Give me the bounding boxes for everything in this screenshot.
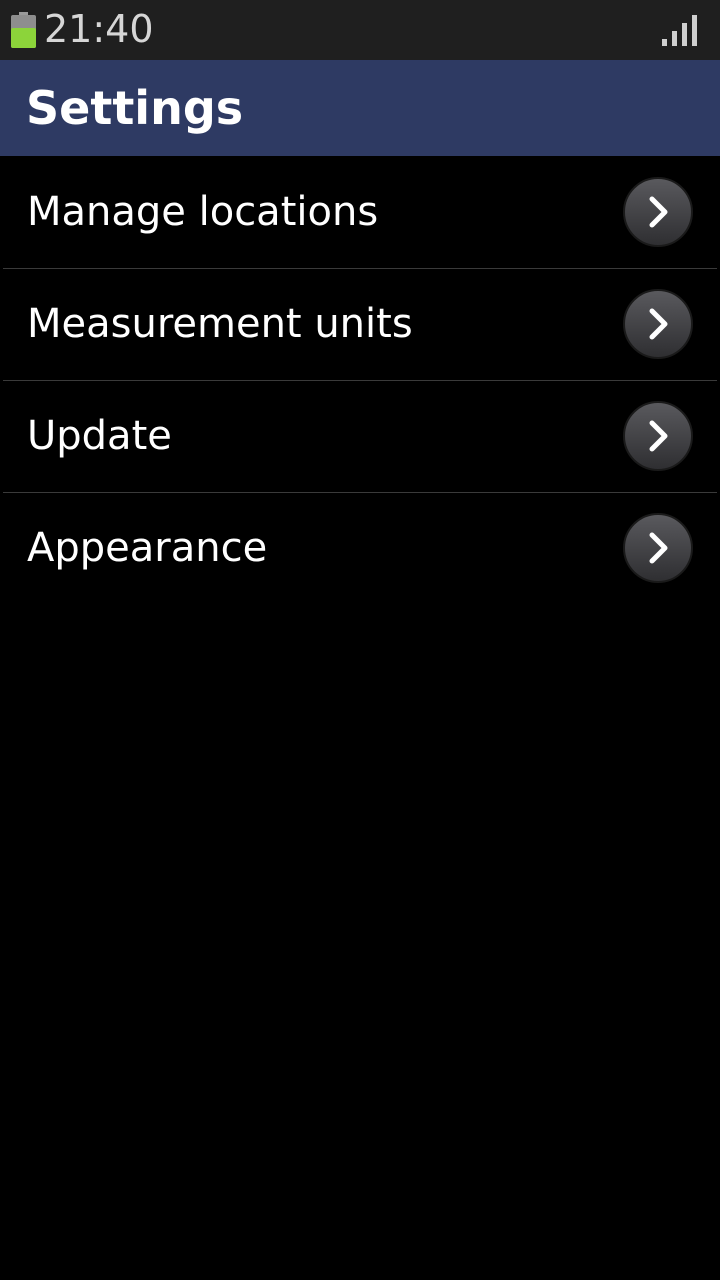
chevron-right-icon[interactable] [622, 512, 694, 584]
status-clock: 21:40 [44, 7, 154, 51]
app-bar: Settings [0, 60, 720, 156]
settings-item-update[interactable]: Update [0, 380, 720, 492]
settings-item-appearance[interactable]: Appearance [0, 492, 720, 604]
battery-icon [11, 12, 36, 48]
page-title: Settings [26, 81, 244, 135]
settings-item-measurement-units[interactable]: Measurement units [0, 268, 720, 380]
settings-item-label: Measurement units [27, 301, 413, 347]
settings-item-label: Update [27, 413, 172, 459]
settings-item-label: Appearance [27, 525, 268, 571]
chevron-right-icon[interactable] [622, 176, 694, 248]
chevron-right-icon[interactable] [622, 288, 694, 360]
signal-bars-icon [662, 15, 697, 46]
settings-list: Manage locations Measurement units Updat… [0, 156, 720, 604]
chevron-right-icon[interactable] [622, 400, 694, 472]
settings-item-label: Manage locations [27, 189, 379, 235]
status-bar: 21:40 [0, 0, 720, 60]
settings-item-manage-locations[interactable]: Manage locations [0, 156, 720, 268]
